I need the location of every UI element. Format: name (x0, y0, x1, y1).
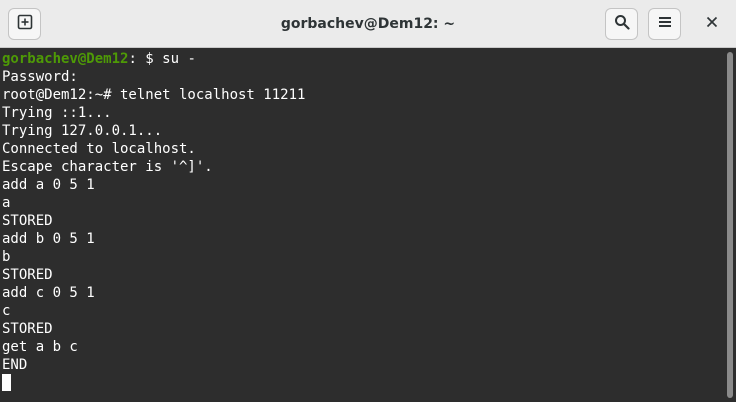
terminal-line: Trying 127.0.0.1... (2, 123, 163, 139)
search-icon (614, 14, 630, 35)
terminal-line: Escape character is '^]'. (2, 159, 213, 175)
terminal-line: STORED (2, 321, 53, 337)
text-cursor (2, 374, 11, 391)
prompt-separator: : (128, 51, 137, 67)
new-tab-icon (17, 14, 33, 35)
terminal-line: root@Dem12:~# telnet localhost 11211 (2, 87, 306, 103)
vertical-scrollbar[interactable] (724, 48, 736, 402)
menu-button[interactable] (648, 8, 681, 40)
prompt-command: $ su - (136, 51, 196, 67)
terminal-line: STORED (2, 267, 53, 283)
search-button[interactable] (605, 8, 638, 40)
title-bar: gorbachev@Dem12: ~ (0, 0, 736, 48)
terminal-line: a (2, 195, 11, 211)
terminal-line: c (2, 303, 11, 319)
terminal-line: add b 0 5 1 (2, 231, 95, 247)
cursor-line (2, 374, 724, 392)
prompt-line: gorbachev@Dem12: $ su - (2, 50, 724, 68)
terminal-line: get a b c (2, 339, 78, 355)
close-button[interactable] (696, 8, 728, 40)
terminal-line: END (2, 357, 28, 373)
close-icon (706, 15, 718, 33)
terminal-line: Trying ::1... (2, 105, 112, 121)
terminal-window: gorbachev@Dem12: ~ gorbachev@Dem12: $ su… (0, 0, 736, 402)
terminal-line: b (2, 249, 11, 265)
prompt-user-host: gorbachev@Dem12 (2, 51, 129, 67)
hamburger-menu-icon (657, 14, 673, 35)
scrollbar-thumb[interactable] (727, 52, 733, 398)
terminal-line: Connected to localhost. (2, 141, 196, 157)
terminal-line: STORED (2, 213, 53, 229)
terminal-line: add c 0 5 1 (2, 285, 95, 301)
new-tab-button[interactable] (8, 8, 41, 40)
terminal-output[interactable]: gorbachev@Dem12: $ su - Password: root@D… (0, 48, 724, 402)
terminal-line: add a 0 5 1 (2, 177, 95, 193)
terminal-line: Password: (2, 69, 78, 85)
